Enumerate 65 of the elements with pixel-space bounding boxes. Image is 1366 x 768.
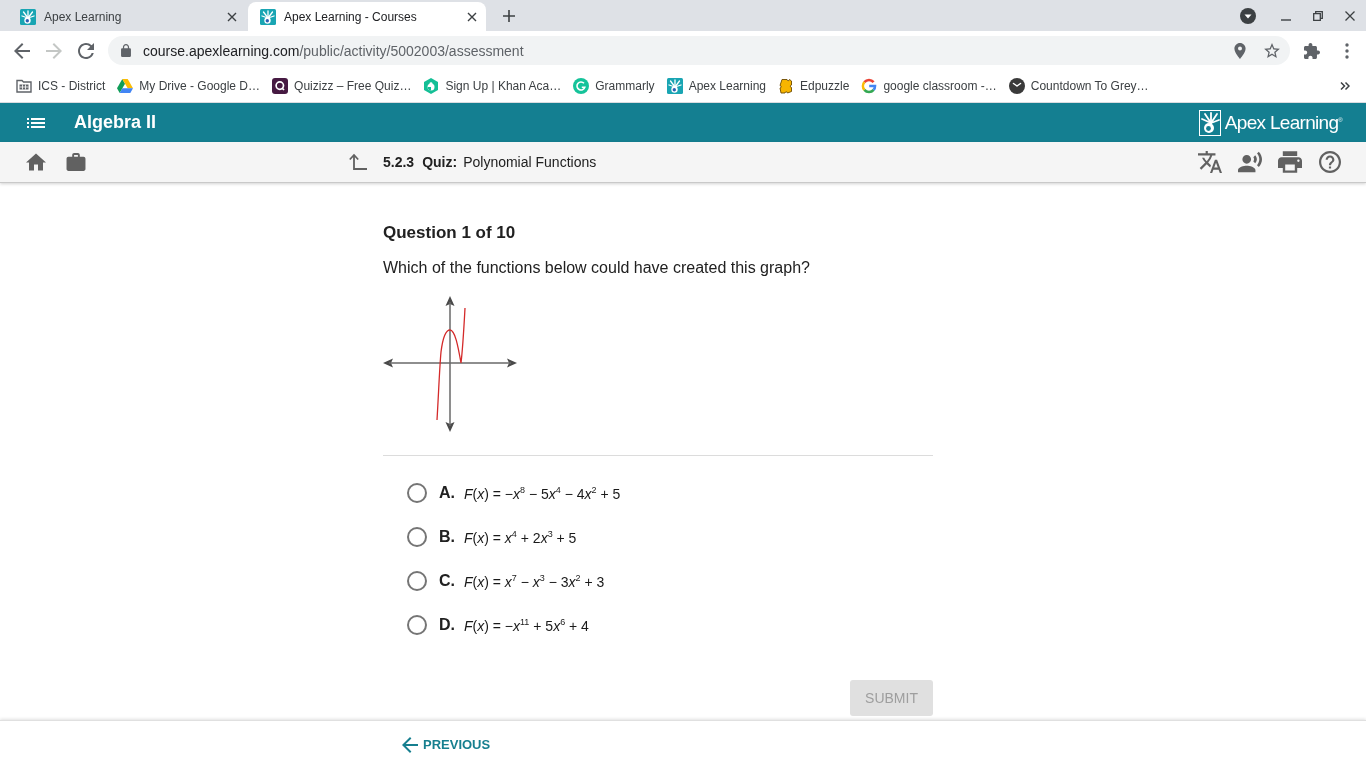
double-chevron-icon[interactable] bbox=[1340, 81, 1350, 91]
back-arrow-icon[interactable] bbox=[14, 42, 30, 59]
restore-icon[interactable] bbox=[1313, 10, 1323, 21]
hexagon-icon bbox=[423, 78, 440, 94]
choice-formula: F(x) = x$^{7}$ − x$^{3}$ − 3x$^{2}$ + 3 bbox=[464, 572, 605, 590]
lock-icon bbox=[121, 44, 131, 57]
browser-tab[interactable]: Apex Learning bbox=[8, 2, 246, 31]
puzzle-piece-icon bbox=[778, 78, 794, 94]
choice-formula: F(x) = −x$^{8}$ − 5x$^{4}$ − 4x$^{2}$ + 5 bbox=[464, 484, 621, 502]
bookmark[interactable]: Countdown To Grey… bbox=[1002, 78, 1155, 94]
previous-link[interactable]: PREVIOUS bbox=[402, 736, 491, 753]
choice-formula: F(x) = −x$^{11}$ + 5x$^{6}$ + 4 bbox=[464, 616, 589, 634]
choice-letter: D. bbox=[439, 616, 455, 634]
plus-icon[interactable] bbox=[503, 10, 515, 22]
disc-icon bbox=[573, 78, 590, 94]
bookmark[interactable]: Quizizz – Free Quiz… bbox=[266, 78, 418, 94]
bookmark[interactable]: Apex Learning bbox=[660, 78, 772, 94]
close-icon[interactable] bbox=[467, 11, 477, 22]
activity-title: 5.2.3 Quiz: Polynomial Functions bbox=[383, 154, 597, 170]
home-icon[interactable] bbox=[26, 153, 46, 171]
printer-icon[interactable] bbox=[1278, 151, 1302, 173]
brand-name: Apex Learning$^{®}$ bbox=[1224, 111, 1342, 134]
sunburst-icon bbox=[20, 8, 36, 25]
bookmark[interactable]: ICS - District bbox=[10, 78, 112, 94]
question-counter: Question 1 of 10 bbox=[383, 223, 517, 243]
translate-icon[interactable] bbox=[1198, 151, 1222, 173]
close-icon[interactable] bbox=[1345, 10, 1355, 21]
location-pin-icon[interactable] bbox=[1234, 42, 1246, 59]
segmented-ring-icon bbox=[861, 78, 878, 94]
choice-formula: F(x) = x$^{4}$ + 2x$^{3}$ + 5 bbox=[464, 528, 577, 546]
close-icon[interactable] bbox=[227, 11, 237, 22]
question-prompt: Which of the functions below could have created this graph? bbox=[383, 258, 811, 278]
speaking-person-icon[interactable] bbox=[1238, 151, 1262, 173]
choice-letter: C. bbox=[439, 572, 455, 590]
dropdown-circle-icon[interactable] bbox=[1240, 7, 1256, 24]
bookmark[interactable]: google classroom -… bbox=[855, 78, 1003, 94]
bookmark[interactable]: My Drive - Google D… bbox=[111, 78, 267, 94]
radio-button[interactable] bbox=[407, 615, 427, 635]
clock-icon bbox=[1008, 78, 1025, 94]
sunburst-icon bbox=[666, 78, 683, 94]
back-arrow-icon bbox=[402, 736, 418, 753]
ring-tile-icon bbox=[272, 78, 289, 94]
browser-tab[interactable]: Apex Learning - Courses bbox=[248, 2, 486, 31]
menu-icon[interactable] bbox=[27, 117, 45, 128]
help-icon[interactable] bbox=[1318, 151, 1342, 173]
triangle-icon bbox=[117, 78, 134, 94]
puzzle-piece-icon[interactable] bbox=[1304, 42, 1320, 59]
star-icon[interactable] bbox=[1264, 43, 1280, 58]
course-title: Algebra II bbox=[74, 112, 157, 133]
radio-button[interactable] bbox=[407, 483, 427, 503]
address-bar[interactable]: course.apexlearning.com/public/activity/5002003/assessment bbox=[108, 36, 1290, 65]
briefcase-icon[interactable] bbox=[66, 153, 86, 171]
bookmark[interactable]: Sign Up | Khan Aca… bbox=[417, 78, 568, 94]
bookmark[interactable]: Grammarly bbox=[567, 78, 661, 94]
sunburst-icon bbox=[260, 8, 276, 25]
up-arrow-icon[interactable] bbox=[349, 153, 367, 171]
kebab-menu-icon[interactable] bbox=[1345, 42, 1349, 59]
radio-button[interactable] bbox=[407, 527, 427, 547]
choice-letter: A. bbox=[439, 484, 455, 502]
reload-icon[interactable] bbox=[78, 42, 94, 59]
choice-letter: B. bbox=[439, 528, 455, 546]
bookmark[interactable]: Edpuzzle bbox=[772, 78, 856, 94]
radio-button[interactable] bbox=[407, 571, 427, 591]
sunburst-icon bbox=[1198, 109, 1221, 136]
folder-icon bbox=[16, 78, 32, 94]
